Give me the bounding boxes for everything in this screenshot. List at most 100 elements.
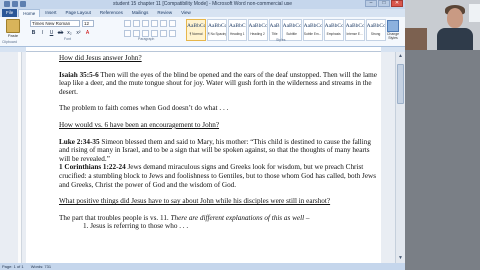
tab-page-layout[interactable]: Page Layout <box>62 9 95 17</box>
document-page[interactable]: How did Jesus answer John? Isaiah 35:5-6… <box>26 52 381 263</box>
troubles-text: The part that troubles people is vs. 11. <box>59 213 171 222</box>
subscript-icon[interactable]: x₂ <box>66 30 73 37</box>
tab-home[interactable]: Home <box>18 9 41 17</box>
scroll-thumb[interactable] <box>397 64 404 104</box>
style-strong[interactable]: AaBbCcI Strong <box>365 19 386 41</box>
style-sample: AaBbCcI <box>208 23 226 29</box>
style-intense-emphasis[interactable]: AaBbCcL Intense E... <box>344 19 365 41</box>
style-name: Emphasis <box>326 32 341 36</box>
align-right-icon[interactable] <box>142 30 149 37</box>
decrease-indent-icon[interactable] <box>151 20 158 27</box>
scripture-text: Then will the eyes of the blind be opene… <box>59 70 377 96</box>
style-sample: AaBbCcL <box>324 23 343 29</box>
webcam-overlay <box>405 0 480 50</box>
tab-insert[interactable]: Insert <box>41 9 60 17</box>
font-group: Times New Roman 12 B I U ab x₂ x² A Font <box>30 20 120 42</box>
styles-group-label: Styles <box>276 38 286 42</box>
italic-icon[interactable]: I <box>39 30 46 37</box>
style-name: Subtitle <box>286 32 297 36</box>
style-normal[interactable]: AaBbCcI ¶ Normal <box>186 19 206 41</box>
question-2: How would vs. 6 have been an encourageme… <box>59 120 220 129</box>
style-sample: AaBbCcI <box>187 23 205 29</box>
style-sample: AaBbCcI <box>366 23 385 29</box>
justify-icon[interactable] <box>151 30 158 37</box>
list-item: 1. Jesus is referring to those who . . . <box>83 222 189 231</box>
bullets-icon[interactable] <box>124 20 131 27</box>
style-heading-2[interactable]: AaBbCc Heading 2 <box>247 19 268 41</box>
desktop-background <box>405 50 480 270</box>
style-emphasis[interactable]: AaBbCcL Emphasis <box>323 19 344 41</box>
close-button[interactable]: ✕ <box>391 0 403 7</box>
scripture-ref: Luke 2:34-35 <box>59 137 100 146</box>
tab-view[interactable]: View <box>177 9 195 17</box>
style-sample: AaB <box>269 23 280 29</box>
ribbon-tabs: File Home Insert Page Layout References … <box>0 9 405 17</box>
status-bar: Page: 1 of 1 Words: 731 <box>0 263 405 270</box>
ribbon: Paste Clipboard Times New Roman 12 B I U… <box>0 17 405 47</box>
title-bar: student 15 chapter 11 [Compatibility Mod… <box>0 0 405 9</box>
webcam-presenter-body <box>437 28 473 50</box>
vertical-scrollbar[interactable]: ▲ ▼ <box>395 52 405 263</box>
increase-indent-icon[interactable] <box>160 20 167 27</box>
question-3: What positive things did Jesus have to s… <box>59 197 331 206</box>
scripture-ref: 1 Corinthians 1:22-24 <box>59 163 126 172</box>
font-group-label: Font <box>64 37 72 41</box>
paragraph-isaiah: Isaiah 35:5-6 Then will the eyes of the … <box>59 71 379 97</box>
style-heading-1[interactable]: AaBbC Heading 1 <box>228 19 247 41</box>
scripture-ref: Isaiah 35:5-6 <box>59 70 99 79</box>
maximize-button[interactable]: □ <box>378 0 390 7</box>
style-name: Heading 1 <box>229 32 245 36</box>
style-name: Strong <box>370 32 381 36</box>
style-sample: AaBbCc. <box>282 23 301 29</box>
webcam-window-light <box>469 4 480 22</box>
paragraph-luke: Luke 2:34-35 Simeon blessed them and sai… <box>59 138 379 164</box>
vertical-ruler[interactable] <box>18 52 22 263</box>
line-spacing-icon[interactable] <box>160 30 167 37</box>
strikethrough-icon[interactable]: ab <box>57 30 64 37</box>
align-left-icon[interactable] <box>124 30 131 37</box>
change-styles-button[interactable]: Change Styles <box>384 20 402 42</box>
paragraph-group: Paragraph <box>124 20 182 42</box>
word-window: student 15 chapter 11 [Compatibility Mod… <box>0 0 405 270</box>
style-name: ¶ No Spacing <box>208 32 226 36</box>
tab-references[interactable]: References <box>96 9 127 17</box>
style-name: Heading 2 <box>250 32 265 36</box>
tab-mailings[interactable]: Mailings <box>128 9 153 17</box>
underline-icon[interactable]: U <box>48 30 55 37</box>
style-no-spacing[interactable]: AaBbCcI ¶ No Spacing <box>207 19 227 41</box>
bold-icon[interactable]: B <box>30 30 37 37</box>
align-center-icon[interactable] <box>133 30 140 37</box>
page-count[interactable]: Page: 1 of 1 <box>2 264 24 269</box>
minimize-button[interactable]: – <box>365 0 377 7</box>
scroll-down-icon[interactable]: ▼ <box>397 255 404 262</box>
troubles-italic: There are different explanations of this… <box>170 213 310 222</box>
font-size-select[interactable]: 12 <box>82 20 94 27</box>
clipboard-group-label: Clipboard <box>2 40 17 44</box>
style-subtle-emphasis[interactable]: AaBbCcL Subtle Em... <box>302 19 323 41</box>
shading-icon[interactable] <box>169 30 176 37</box>
document-content[interactable]: How did Jesus answer John? Isaiah 35:5-6… <box>59 54 379 231</box>
show-marks-icon[interactable] <box>169 20 176 27</box>
style-name: ¶ Normal <box>189 32 203 36</box>
tab-file[interactable]: File <box>2 9 18 17</box>
scripture-text: Simeon blessed them and said to Mary, hi… <box>59 137 371 163</box>
paragraph-corinthians: 1 Corinthians 1:22-24 Jews demand miracu… <box>59 163 379 189</box>
paste-icon[interactable] <box>6 19 20 33</box>
word-count[interactable]: Words: 731 <box>31 264 51 269</box>
tab-review[interactable]: Review <box>153 9 176 17</box>
style-name: Subtle Em... <box>303 32 322 36</box>
screen: student 15 chapter 11 [Compatibility Mod… <box>0 0 480 270</box>
style-name: Intense E... <box>346 32 363 36</box>
font-color-icon[interactable]: A <box>84 30 91 37</box>
numbering-icon[interactable] <box>133 20 140 27</box>
superscript-icon[interactable]: x² <box>75 30 82 37</box>
webcam-presenter-head <box>447 8 463 28</box>
window-title: student 15 chapter 11 [Compatibility Mod… <box>112 1 293 7</box>
style-name: Title <box>271 32 278 36</box>
font-name-select[interactable]: Times New Roman <box>30 20 80 27</box>
styles-gallery: AaBbCcI ¶ Normal AaBbCcI ¶ No Spacing Aa… <box>186 19 386 43</box>
scroll-up-icon[interactable]: ▲ <box>397 53 404 60</box>
multilevel-list-icon[interactable] <box>142 20 149 27</box>
window-controls: – □ ✕ <box>365 0 403 7</box>
paragraph-problem: The problem to faith comes when God does… <box>59 104 229 113</box>
